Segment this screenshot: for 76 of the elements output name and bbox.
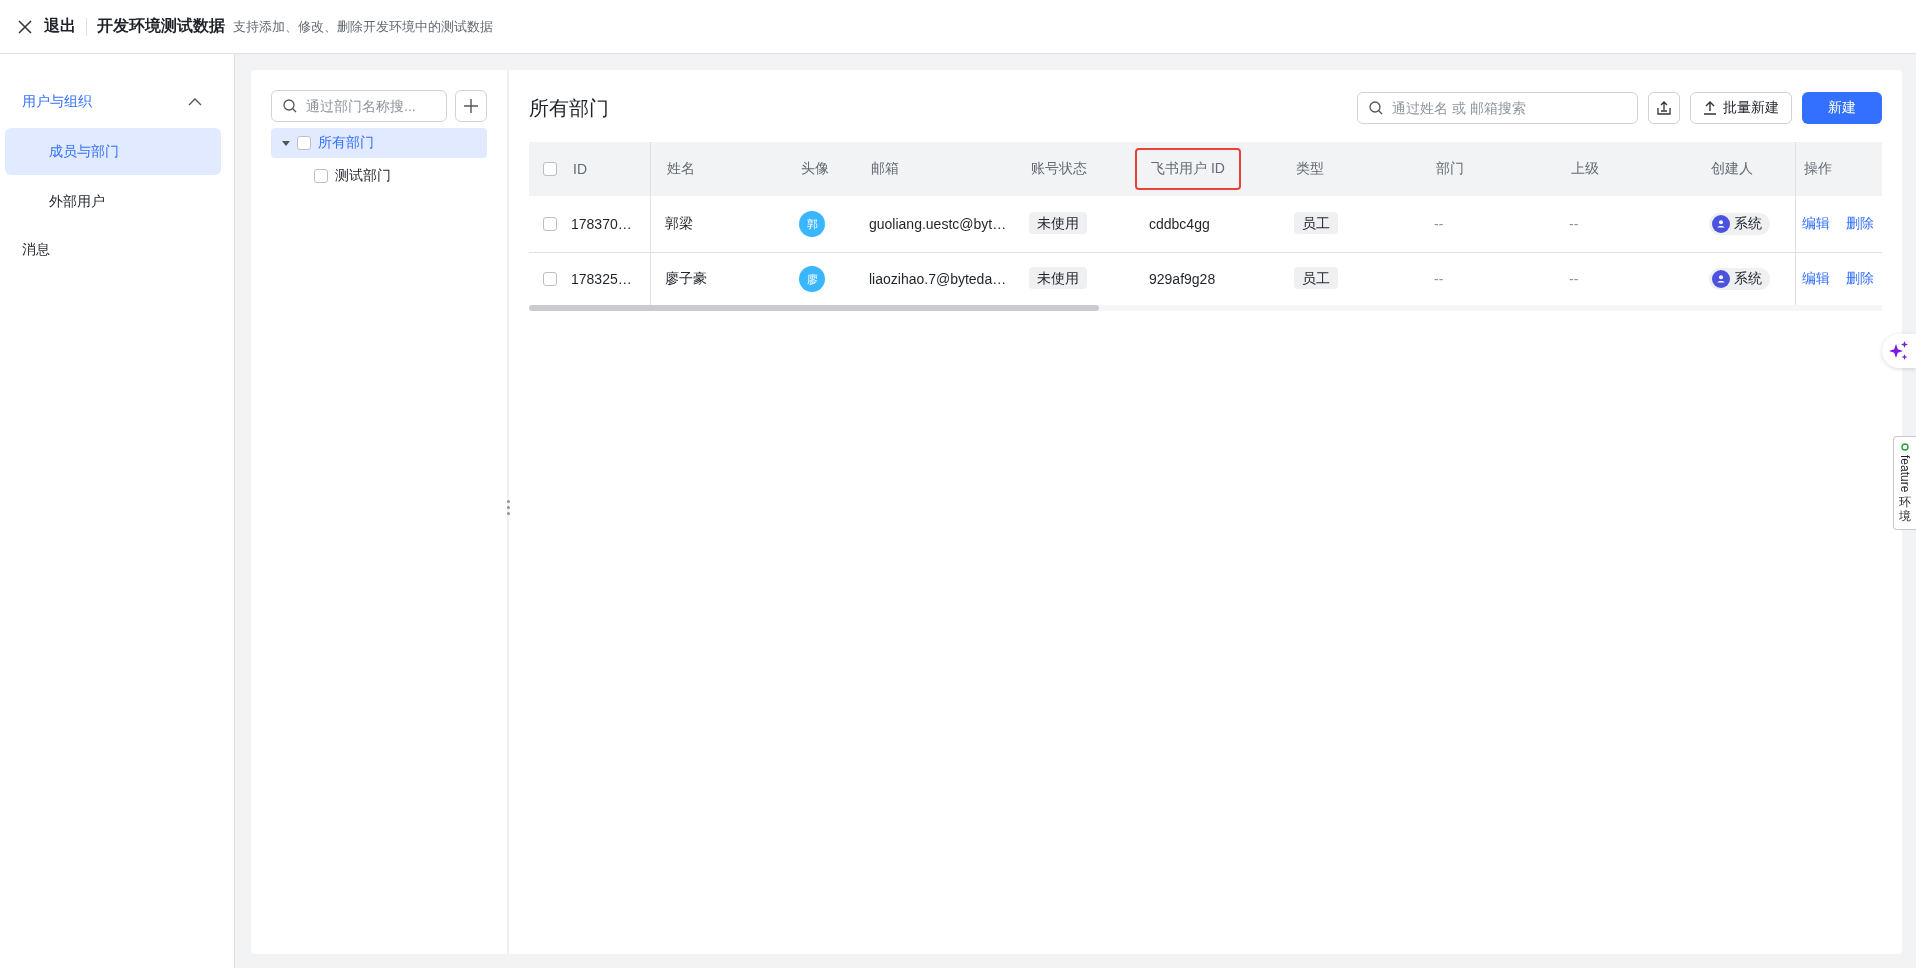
- sidebar-group[interactable]: 用户与组织: [5, 80, 234, 124]
- chevron-icon: [188, 98, 202, 106]
- tab-label: feature: [1899, 455, 1911, 493]
- tree-label: 测试部门: [335, 167, 391, 185]
- table-cell: 178325…: [571, 271, 632, 287]
- table-cell: --: [1434, 216, 1444, 232]
- section-title: 所有部门: [529, 95, 609, 121]
- tree-label: 所有部门: [318, 134, 374, 152]
- column-header: 账号状态: [1030, 159, 1088, 178]
- export-button[interactable]: [1648, 92, 1680, 124]
- column-header: 姓名: [665, 159, 696, 178]
- avatar: 郭: [799, 211, 825, 237]
- action-link[interactable]: 编辑: [1801, 270, 1830, 288]
- export-icon: [1656, 100, 1672, 116]
- batch-create-button[interactable]: 批量新建: [1690, 92, 1792, 124]
- status-tag: 未使用: [1029, 212, 1087, 234]
- status-ring-icon: [1901, 443, 1909, 451]
- action-link[interactable]: 删除: [1845, 215, 1874, 233]
- checkbox[interactable]: [297, 136, 311, 150]
- user-icon: [1712, 269, 1730, 288]
- sidebar-item[interactable]: 外部用户: [5, 178, 221, 225]
- scrollbar[interactable]: [529, 305, 1099, 311]
- checkbox[interactable]: [314, 169, 328, 183]
- column-header: 创建人: [1710, 159, 1754, 178]
- status-tag: 未使用: [1029, 267, 1087, 289]
- upload-icon: [1703, 101, 1717, 115]
- page-subtitle: 支持添加、修改、删除开发环境中的测试数据: [233, 17, 493, 36]
- tab-label: 环境: [1899, 496, 1911, 523]
- table-cell: --: [1569, 271, 1579, 287]
- sparkle-icon: [1889, 341, 1909, 361]
- action-link[interactable]: 编辑: [1801, 215, 1830, 233]
- plus-icon: [464, 99, 478, 113]
- ai-assistant-button[interactable]: [1882, 334, 1916, 368]
- creator-chip: 系统: [1709, 267, 1770, 290]
- table-cell: guoliang.uestc@byt…: [869, 216, 1007, 232]
- action-link[interactable]: 删除: [1845, 270, 1874, 288]
- search-icon: [1369, 101, 1383, 115]
- column-header: 操作: [1802, 159, 1833, 178]
- feature-env-tab[interactable]: feature 环境: [1893, 436, 1916, 530]
- column-header: 部门: [1435, 159, 1465, 178]
- table-cell: 178370…: [571, 216, 632, 232]
- new-button[interactable]: 新建: [1802, 92, 1882, 124]
- type-tag: 员工: [1294, 267, 1338, 289]
- search-field[interactable]: 通过部门名称搜...: [271, 90, 447, 122]
- column-header: 飞书用户 ID: [1135, 148, 1241, 190]
- table-cell: 929af9g28: [1149, 271, 1216, 287]
- column-header: 邮箱: [870, 159, 900, 178]
- column-header: 上级: [1570, 159, 1600, 178]
- sidebar-item[interactable]: 消息: [5, 228, 234, 272]
- table-cell: liaozihao.7@byteda…: [869, 271, 1007, 287]
- type-tag: 员工: [1294, 212, 1338, 234]
- table-cell: 廖子豪: [664, 270, 707, 286]
- table-cell: --: [1569, 216, 1579, 232]
- search-field[interactable]: 通过姓名 或 邮箱搜索: [1357, 92, 1638, 124]
- table-cell: --: [1434, 271, 1444, 287]
- add-button[interactable]: [455, 90, 487, 122]
- resize-handle[interactable]: [507, 500, 510, 515]
- table-cell: cddbc4gg: [1149, 216, 1210, 232]
- column-header: ID: [572, 160, 588, 179]
- tree-node[interactable]: 所有部门: [271, 128, 487, 158]
- close-icon: [18, 19, 32, 34]
- column-header: 类型: [1295, 159, 1325, 178]
- caret-icon[interactable]: [282, 139, 290, 147]
- table-cell: 郭梁: [664, 215, 693, 231]
- search-icon: [283, 99, 297, 113]
- page-title: 开发环境测试数据: [97, 16, 225, 36]
- creator-chip: 系统: [1709, 212, 1770, 235]
- checkbox[interactable]: [543, 217, 557, 231]
- user-icon: [1712, 214, 1730, 233]
- checkbox[interactable]: [543, 272, 557, 286]
- sidebar-item[interactable]: 成员与部门: [5, 128, 221, 175]
- tree-node[interactable]: 测试部门: [271, 161, 487, 191]
- column-header: 头像: [800, 159, 830, 178]
- exit-button[interactable]: 退出: [18, 16, 76, 37]
- avatar: 廖: [799, 266, 825, 292]
- checkbox[interactable]: [543, 162, 557, 176]
